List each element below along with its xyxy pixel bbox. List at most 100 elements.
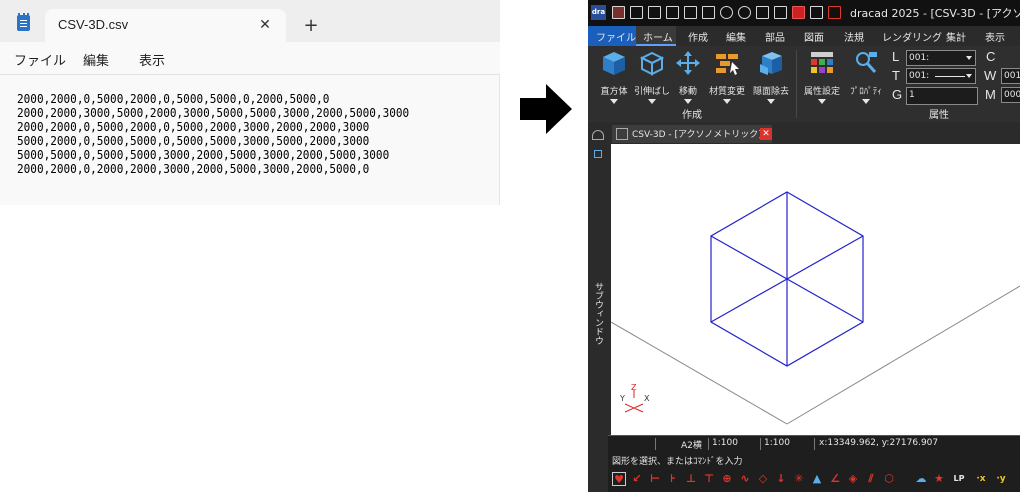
grid-icon[interactable] <box>630 6 643 19</box>
width-value: 001 <box>1004 71 1020 81</box>
tab-file[interactable]: ファイル <box>596 29 636 44</box>
hidden-surface-button[interactable]: 隠面除去 <box>750 50 792 104</box>
undo-icon[interactable] <box>720 6 733 19</box>
csv-line: 2000,2000,0,5000,2000,0,5000,5000,0,2000… <box>17 92 330 106</box>
subwindow-label[interactable]: サブウィンドウ <box>591 282 605 345</box>
snap-diamond-icon[interactable]: ◈ <box>846 472 860 486</box>
snap-node-icon[interactable]: ✳ <box>792 472 806 486</box>
snap-intersection-icon[interactable]: ⊥ <box>684 472 698 486</box>
save-as-icon[interactable] <box>702 6 715 19</box>
menu-edit[interactable]: 編集 <box>83 50 109 69</box>
snap-y-icon[interactable]: ·y <box>994 472 1008 486</box>
axonometric-view: Z Y X <box>611 191 1020 425</box>
axis-gizmo: Z Y X <box>619 383 650 413</box>
snap-heart-icon[interactable]: ♥ <box>612 472 626 486</box>
lineweight-select[interactable]: 001: <box>906 68 976 84</box>
snap-x-icon[interactable]: ·x <box>974 472 988 486</box>
document-icon <box>616 128 628 140</box>
extrude-icon <box>639 51 665 76</box>
status-separator <box>655 438 656 450</box>
snap-perpendicular-icon[interactable]: ⊤ <box>702 472 716 486</box>
monitor-icon[interactable] <box>792 6 805 19</box>
properties-button[interactable]: ﾌﾟﾛﾊﾟﾃｨ <box>846 50 886 104</box>
scale-secondary[interactable]: 1:100 <box>764 438 790 448</box>
snap-pointer-icon[interactable]: ↙ <box>630 472 644 486</box>
close-icon[interactable]: ✕ <box>760 128 772 140</box>
notepad-file-tab[interactable]: CSV-3D.csv ✕ <box>45 9 286 42</box>
tab-aggregate[interactable]: 集計 <box>946 29 966 44</box>
scale-primary[interactable]: 1:100 <box>712 438 738 448</box>
lineweight-value: 001: <box>909 71 930 81</box>
attribute-icon <box>811 52 833 73</box>
redo-icon[interactable] <box>738 6 751 19</box>
document-tab-bar: CSV-3D - [アクソノメトリック] ✕ <box>608 122 1020 144</box>
snap-point-icon[interactable]: ▲ <box>810 472 824 486</box>
linetype-select[interactable]: 001: <box>906 50 976 66</box>
notepad-menubar: ファイル 編集 表示 <box>0 42 500 75</box>
pin-icon[interactable] <box>594 150 602 158</box>
snap-lp-icon[interactable]: LP <box>952 472 966 486</box>
ground-line-left <box>611 321 788 425</box>
save-icon[interactable] <box>684 6 697 19</box>
axis-z-label: Z <box>631 383 637 392</box>
snap-center-icon[interactable]: ⊕ <box>720 472 734 486</box>
document-tab[interactable]: CSV-3D - [アクソノメトリック] ✕ <box>612 125 772 143</box>
snap-angle-icon[interactable]: ∠ <box>828 472 842 486</box>
menu-view[interactable]: 表示 <box>139 50 165 69</box>
width-field[interactable]: 001 <box>1001 68 1020 84</box>
tab-drawing[interactable]: 図面 <box>804 29 824 44</box>
snap-cloud-icon[interactable]: ☁ <box>914 472 928 486</box>
tab-edit[interactable]: 編集 <box>726 29 746 44</box>
open-file-icon[interactable] <box>666 6 679 19</box>
tab-parts[interactable]: 部品 <box>765 29 785 44</box>
refresh-icon[interactable] <box>774 6 787 19</box>
notepad-text-area[interactable]: 2000,2000,0,5000,2000,0,5000,5000,0,2000… <box>17 92 409 176</box>
tab-view[interactable]: 表示 <box>985 29 1005 44</box>
quick-access-icon[interactable] <box>612 6 625 19</box>
new-tab-button[interactable]: + <box>300 15 322 37</box>
snap-endpoint-icon[interactable]: ⊢ <box>648 472 662 486</box>
tab-law[interactable]: 法規 <box>844 29 864 44</box>
tab-rendering[interactable]: レンダリング <box>882 29 942 44</box>
menu-file[interactable]: ファイル <box>14 50 66 69</box>
help-search-icon[interactable] <box>810 6 823 19</box>
snap-nearest-icon[interactable]: ↓ <box>774 472 788 486</box>
material-icon <box>716 54 739 75</box>
move-button[interactable]: 移動 <box>674 50 702 104</box>
drawing-canvas[interactable]: Z Y X <box>608 144 1020 435</box>
tab-create[interactable]: 作成 <box>688 29 708 44</box>
status-separator <box>708 438 709 450</box>
paper-size[interactable]: A2横 <box>681 438 702 451</box>
attribute-button[interactable]: 属性設定 <box>800 50 844 104</box>
snap-cube-icon[interactable]: ⬡ <box>882 472 896 486</box>
ribbon-separator <box>796 50 797 118</box>
cube-button[interactable]: 直方体 <box>596 50 632 104</box>
snap-tangent-icon[interactable]: ∿ <box>738 472 752 486</box>
help-icon[interactable] <box>828 6 841 19</box>
material-button[interactable]: 材質変更 <box>706 50 748 104</box>
prop-C-label: C <box>986 49 996 64</box>
new-file-icon[interactable] <box>648 6 661 19</box>
material-field[interactable]: 000 <box>1001 87 1020 103</box>
tab-home[interactable]: ホーム <box>643 29 673 44</box>
dracad-window: dra dracad 2025 - [CSV-3D - [アクソノ ファイル ホ… <box>588 0 1020 492</box>
prop-W-label: W <box>984 68 997 83</box>
snap-toolbar: ♥ ↙ ⊢ ⊦ ⊥ ⊤ ⊕ ∿ ◇ ↓ ✳ ▲ ∠ ◈ ⫽ ⬡ ☁ ★ LP ·… <box>608 467 1020 492</box>
extrude-button[interactable]: 引伸ばし <box>632 50 672 104</box>
right-arrow-icon <box>520 84 572 134</box>
snap-midpoint-icon[interactable]: ⊦ <box>666 472 680 486</box>
dock-icon[interactable] <box>592 130 604 140</box>
ribbon-panel: 直方体 引伸ばし 移動 材質変更 隠面除去 作成 属性設定 ﾌﾟﾛﾊﾟﾃｨ L … <box>588 46 1020 122</box>
dracad-logo: dra <box>591 5 606 20</box>
list-icon[interactable] <box>756 6 769 19</box>
prop-M-label: M <box>985 87 996 102</box>
snap-parallel-icon[interactable]: ⫽ <box>864 472 878 486</box>
close-icon[interactable]: ✕ <box>254 14 276 36</box>
snap-quadrant-icon[interactable]: ◇ <box>756 472 770 486</box>
properties-label: ﾌﾟﾛﾊﾟﾃｨ <box>850 87 882 97</box>
hidden-surface-icon <box>760 52 782 75</box>
notepad-tab-title: CSV-3D.csv <box>58 17 129 32</box>
attribute-label: 属性設定 <box>803 87 840 97</box>
group-input[interactable]: 1 <box>906 87 978 105</box>
snap-star-icon[interactable]: ★ <box>932 472 946 486</box>
